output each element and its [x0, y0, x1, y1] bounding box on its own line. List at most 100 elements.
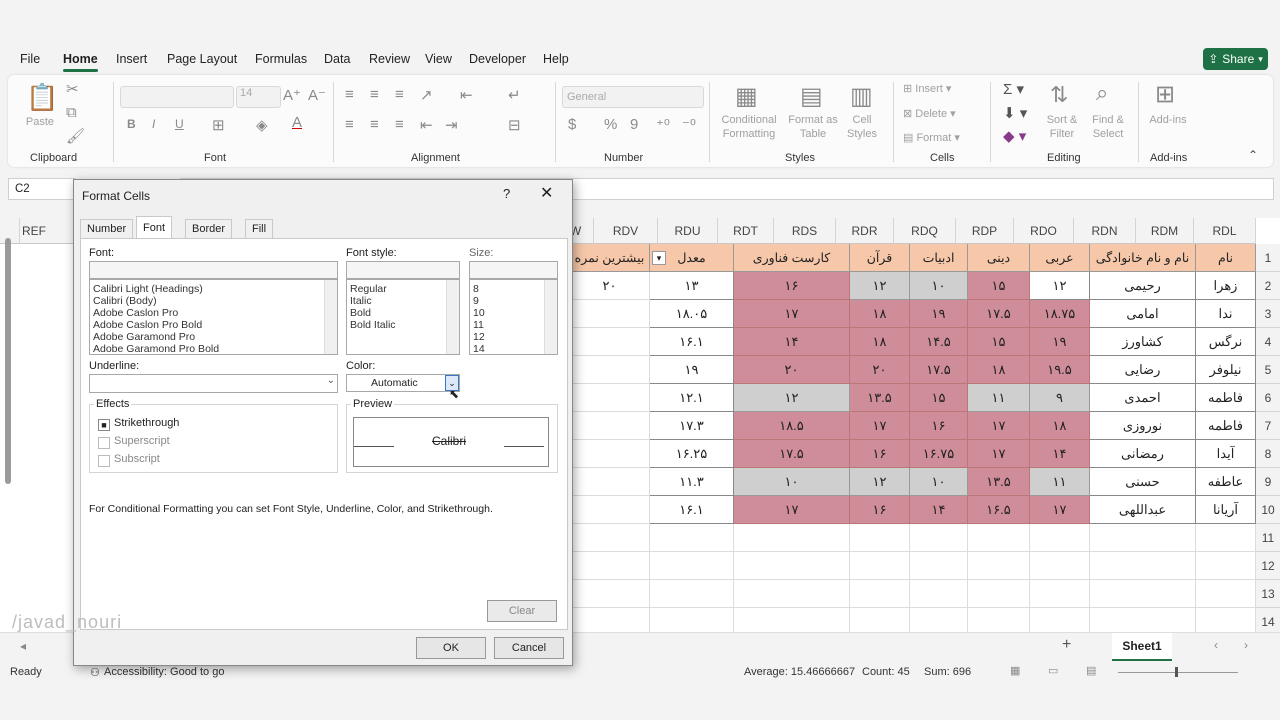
column-header[interactable]: RDN	[1074, 218, 1136, 244]
table-cell[interactable]	[968, 524, 1030, 552]
row-header[interactable]: 8	[1256, 440, 1280, 468]
format-cells-button[interactable]: ▤ Format ▾	[903, 131, 960, 145]
table-cell[interactable]	[1030, 580, 1090, 608]
bold-button[interactable]: B	[127, 117, 136, 131]
table-cell[interactable]: کشاورز	[1090, 328, 1196, 356]
copy-icon[interactable]: ⧉	[66, 104, 77, 121]
table-cell[interactable]: ۱۱	[1030, 468, 1090, 496]
table-cell[interactable]: ۱۳	[650, 272, 734, 300]
table-cell[interactable]	[910, 552, 968, 580]
strikethrough-label[interactable]: Strikethrough	[114, 417, 179, 429]
underline-select[interactable]: ⌄	[89, 374, 338, 393]
style-list-scrollbar[interactable]	[446, 280, 459, 354]
table-cell[interactable]: ۱۰	[910, 272, 968, 300]
table-cell[interactable]	[650, 524, 734, 552]
font-style-item[interactable]: Regular	[347, 283, 459, 295]
filter-dropdown-icon[interactable]: ▾	[652, 251, 666, 265]
table-cell[interactable]: ۱۳.۵	[850, 384, 910, 412]
table-cell[interactable]	[570, 552, 650, 580]
table-cell[interactable]: ۲۰	[734, 356, 850, 384]
table-cell[interactable]: نوروزی	[1090, 412, 1196, 440]
row-header[interactable]: 13	[1256, 580, 1280, 608]
row-header[interactable]: 5	[1256, 356, 1280, 384]
align-bottom-icon[interactable]: ≡	[395, 86, 404, 103]
table-cell[interactable]	[650, 580, 734, 608]
comma-style-icon[interactable]: 9	[630, 116, 638, 133]
clear-button[interactable]: Clear	[487, 600, 557, 622]
fill-icon[interactable]: ⬇ ▾	[1003, 104, 1027, 122]
table-cell[interactable]	[968, 552, 1030, 580]
header-cell[interactable]: بیشترین نمره	[570, 244, 650, 272]
collapse-ribbon-icon[interactable]: ⌃	[1248, 148, 1258, 162]
header-cell[interactable]: نام و نام خانوادگی	[1090, 244, 1196, 272]
color-picker[interactable]: Automatic ⌄	[346, 374, 460, 392]
table-cell[interactable]: ۱۷.۵	[910, 356, 968, 384]
table-cell[interactable]: ۱۲	[850, 272, 910, 300]
ok-button[interactable]: OK	[416, 637, 486, 659]
table-cell[interactable]	[910, 524, 968, 552]
header-cell[interactable]: ادبیات	[910, 244, 968, 272]
table-cell[interactable]: ۱۷	[734, 300, 850, 328]
table-cell[interactable]: آریانا	[1196, 496, 1256, 524]
font-list-item[interactable]: Adobe Garamond Pro Bold	[90, 343, 337, 354]
cell-styles-icon[interactable]: ▥	[850, 82, 873, 111]
font-list-item[interactable]: Calibri (Body)	[90, 295, 337, 307]
row-header[interactable]: 7	[1256, 412, 1280, 440]
table-cell[interactable]: ۱۶.۵	[968, 496, 1030, 524]
row-header[interactable]: 11	[1256, 524, 1280, 552]
table-cell[interactable]	[1090, 552, 1196, 580]
merge-center-icon[interactable]: ⊟	[508, 116, 521, 134]
table-cell[interactable]: ۱۹	[650, 356, 734, 384]
table-cell[interactable]: ۱۸	[1030, 412, 1090, 440]
decrease-font-icon[interactable]: A⁻	[308, 86, 326, 104]
menu-insert[interactable]: Insert	[116, 52, 147, 66]
table-cell[interactable]: ۱۶	[850, 496, 910, 524]
fill-color-icon[interactable]: ◈	[256, 116, 268, 134]
align-top-icon[interactable]: ≡	[345, 86, 354, 103]
increase-decimal-icon[interactable]: ⁺⁰	[656, 116, 670, 134]
table-cell[interactable]: ۱۶.۷۵	[910, 440, 968, 468]
table-cell[interactable]	[570, 524, 650, 552]
strikethrough-checkbox[interactable]: ■	[98, 419, 110, 431]
conditional-formatting-button[interactable]: Conditional Formatting	[714, 113, 784, 141]
table-cell[interactable]: ۱۵	[968, 272, 1030, 300]
table-cell[interactable]	[1030, 524, 1090, 552]
table-cell[interactable]: فاطمه	[1196, 384, 1256, 412]
scroll-right-icon[interactable]: ›	[1244, 638, 1248, 652]
find-select-button[interactable]: Find & Select	[1086, 113, 1130, 141]
subscript-label[interactable]: Subscript	[114, 453, 160, 465]
column-header[interactable]: RDL	[1194, 218, 1256, 244]
column-header[interactable]: RDT	[718, 218, 774, 244]
table-cell[interactable]: ۱۷.۵	[968, 300, 1030, 328]
header-cell[interactable]: عربی	[1030, 244, 1090, 272]
normal-view-icon[interactable]: ▦	[1010, 664, 1020, 677]
font-list-item[interactable]: Adobe Garamond Pro	[90, 331, 337, 343]
cut-icon[interactable]: ✂	[66, 80, 79, 98]
column-header[interactable]: RDO	[1014, 218, 1074, 244]
table-cell[interactable]: ۱۴	[734, 328, 850, 356]
column-header[interactable]: RDM	[1136, 218, 1194, 244]
table-cell[interactable]	[734, 524, 850, 552]
row-header[interactable]: 9	[1256, 468, 1280, 496]
zoom-slider[interactable]	[1118, 672, 1238, 673]
table-cell[interactable]: ۱۳.۵	[968, 468, 1030, 496]
table-cell[interactable]: ۱۲	[734, 384, 850, 412]
row-header[interactable]: 12	[1256, 552, 1280, 580]
table-cell[interactable]	[1196, 524, 1256, 552]
table-cell[interactable]	[570, 412, 650, 440]
table-cell[interactable]: ۱۶	[910, 412, 968, 440]
column-header[interactable]: RDR	[836, 218, 894, 244]
delete-cells-button[interactable]: ⊠ Delete ▾	[903, 107, 956, 121]
table-cell[interactable]: ۱۴	[1030, 440, 1090, 468]
table-cell[interactable]	[1090, 524, 1196, 552]
paste-button-label[interactable]: Paste	[20, 115, 60, 129]
column-header[interactable]: RDS	[774, 218, 836, 244]
table-cell[interactable]	[570, 328, 650, 356]
row-header[interactable]: 1	[1256, 244, 1280, 272]
align-right-icon[interactable]: ≡	[395, 116, 404, 133]
table-cell[interactable]	[650, 552, 734, 580]
page-break-view-icon[interactable]: ▤	[1086, 664, 1096, 677]
help-button[interactable]: ?	[503, 186, 510, 201]
table-cell[interactable]	[850, 580, 910, 608]
scroll-left-icon[interactable]: ‹	[1214, 638, 1218, 652]
